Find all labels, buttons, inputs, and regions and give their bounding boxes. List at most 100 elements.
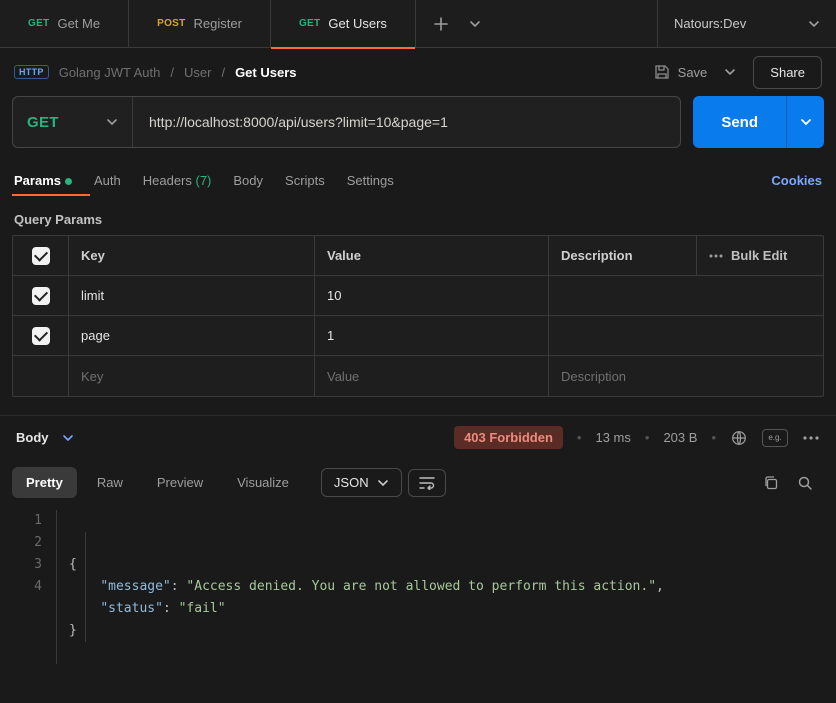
view-visualize[interactable]: Visualize (223, 467, 303, 498)
tab-settings[interactable]: Settings (347, 173, 394, 188)
json-message-value: "Access denied. You are not allowed to p… (186, 579, 656, 594)
format-label: JSON (334, 475, 369, 490)
response-view-tabs: Pretty Raw Preview Visualize JSON (0, 459, 836, 506)
line-gutter: 1234 (0, 510, 56, 664)
more-horizontal-icon (709, 254, 723, 258)
url-input[interactable]: http://localhost:8000/api/users?limit=10… (133, 97, 680, 147)
tab-scripts[interactable]: Scripts (285, 173, 325, 188)
param-row: page 1 (13, 316, 823, 356)
wrap-icon (419, 476, 435, 490)
param-row-blank: Key Value Description (13, 356, 823, 396)
method-dropdown[interactable]: GET (13, 97, 133, 147)
code-lines: { "message": "Access denied. You are not… (56, 510, 836, 664)
crumb-sep: / (221, 65, 225, 80)
send-button[interactable]: Send (693, 96, 786, 148)
headers-count: (7) (196, 173, 212, 188)
meta-sep: • (577, 430, 582, 445)
tab-register[interactable]: POST Register (129, 0, 271, 48)
tab-params-label: Params (14, 173, 61, 188)
tab-get-users[interactable]: GET Get Users (271, 0, 416, 48)
params-toggle-all[interactable] (13, 236, 69, 275)
param-desc-input[interactable] (549, 276, 823, 315)
crumb-sep: / (170, 65, 174, 80)
share-button[interactable]: Share (753, 56, 822, 89)
param-value-input[interactable]: 10 (315, 276, 549, 315)
request-subtabs: Params Auth Headers (7) Body Scripts Set… (0, 162, 836, 198)
bulk-edit-button[interactable]: Bulk Edit (697, 236, 823, 275)
tab-overflow-button[interactable] (466, 15, 484, 33)
crumb-actions: Save Share (654, 56, 822, 89)
param-enable-toggle[interactable] (13, 316, 69, 355)
json-status-value: "fail" (179, 601, 226, 616)
chevron-down-icon (106, 116, 118, 128)
crumb-folder[interactable]: User (184, 65, 211, 80)
tab-headers-label: Headers (143, 173, 192, 188)
chevron-down-icon (377, 477, 389, 489)
send-options-button[interactable] (786, 96, 824, 148)
response-section-label: Body (16, 430, 49, 445)
tab-auth[interactable]: Auth (94, 173, 121, 188)
tab-params[interactable]: Params (14, 173, 72, 188)
param-key-input[interactable]: Key (69, 356, 315, 396)
checkbox-checked-icon (32, 287, 50, 305)
response-size: 203 B (663, 430, 697, 445)
response-body-viewer[interactable]: 1234 { "message": "Access denied. You ar… (0, 506, 836, 664)
crumb-request: Get Users (235, 65, 296, 80)
copy-icon (763, 475, 779, 491)
cookies-link[interactable]: Cookies (771, 173, 822, 188)
crumb-collection[interactable]: Golang JWT Auth (59, 65, 161, 80)
tab-title: Register (194, 16, 242, 31)
params-header-row: Key Value Description Bulk Edit (13, 236, 823, 276)
add-tab-button[interactable] (432, 15, 450, 33)
meta-sep: • (711, 430, 716, 445)
response-section-dropdown[interactable] (59, 429, 77, 447)
param-key-input[interactable]: page (69, 316, 315, 355)
save-button[interactable]: Save (654, 64, 708, 80)
param-value-input[interactable]: 1 (315, 316, 549, 355)
method-label: GET (27, 114, 59, 131)
param-desc-input[interactable] (549, 316, 823, 355)
param-key-input[interactable]: limit (69, 276, 315, 315)
save-label: Save (678, 65, 708, 80)
network-info-button[interactable] (730, 429, 748, 447)
save-options-button[interactable] (721, 63, 739, 81)
param-enable-toggle[interactable] (13, 276, 69, 315)
tab-get-me[interactable]: GET Get Me (0, 0, 129, 48)
view-raw[interactable]: Raw (83, 467, 137, 498)
environment-selector[interactable]: Natours:Dev (657, 0, 836, 48)
params-table: Key Value Description Bulk Edit limit 10… (12, 235, 824, 397)
send-group: Send (693, 96, 824, 148)
query-params-title: Query Params (0, 198, 836, 235)
view-pretty[interactable]: Pretty (12, 467, 77, 498)
chevron-down-icon (62, 432, 74, 444)
view-preview[interactable]: Preview (143, 467, 217, 498)
response-meta: 403 Forbidden • 13 ms • 203 B • e.g. (454, 426, 820, 449)
chevron-down-icon (808, 18, 820, 30)
param-row: limit 10 (13, 276, 823, 316)
response-more-button[interactable] (802, 429, 820, 447)
tab-title: Get Users (328, 16, 387, 31)
param-value-input[interactable]: Value (315, 356, 549, 396)
tab-body[interactable]: Body (233, 173, 263, 188)
format-dropdown[interactable]: JSON (321, 468, 402, 497)
params-changed-indicator (65, 178, 72, 185)
open-tabs-bar: GET Get Me POST Register GET Get Users N… (0, 0, 836, 48)
col-key: Key (69, 236, 315, 275)
method-badge: POST (157, 18, 185, 29)
param-enable-toggle[interactable] (13, 356, 69, 396)
tabs-extra (416, 15, 500, 33)
tab-headers[interactable]: Headers (7) (143, 173, 212, 188)
wrap-lines-button[interactable] (408, 469, 446, 497)
example-response-button[interactable]: e.g. (762, 429, 788, 447)
chevron-down-icon (469, 18, 481, 30)
search-response-button[interactable] (796, 474, 814, 492)
meta-sep: • (645, 430, 650, 445)
share-label: Share (770, 65, 805, 80)
status-badge: 403 Forbidden (454, 426, 563, 449)
response-time: 13 ms (595, 430, 630, 445)
checkbox-checked-icon (32, 327, 50, 345)
col-desc: Description (549, 236, 697, 275)
param-desc-input[interactable]: Description (549, 356, 823, 396)
response-header: Body 403 Forbidden • 13 ms • 203 B • e.g… (0, 415, 836, 459)
copy-response-button[interactable] (762, 474, 780, 492)
